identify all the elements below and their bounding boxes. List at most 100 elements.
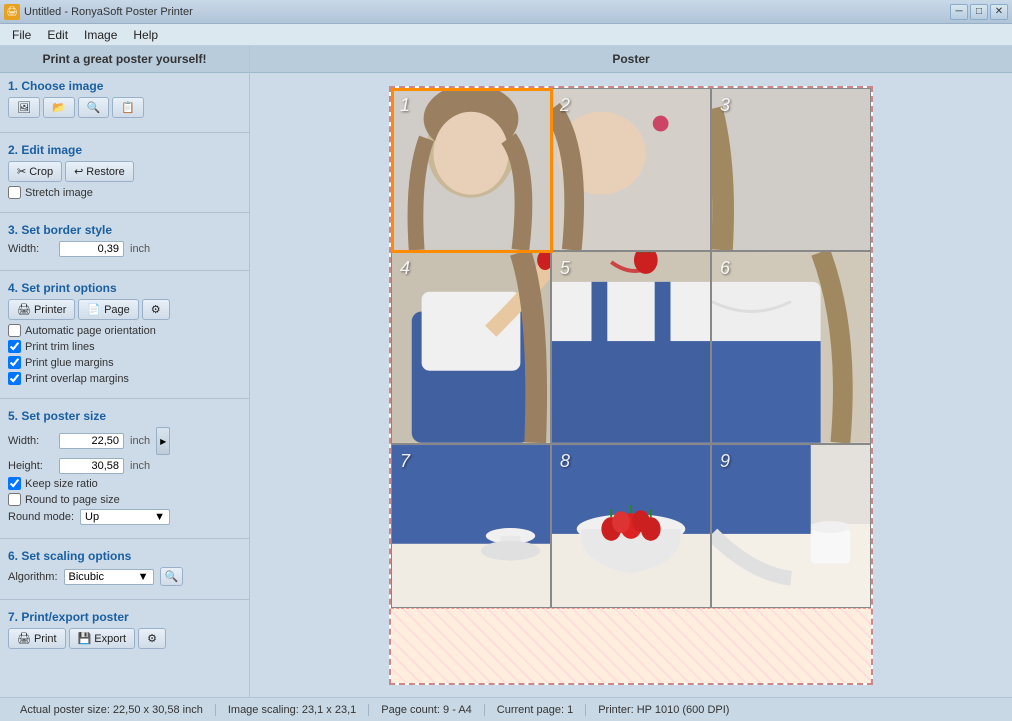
- algorithm-options-button[interactable]: 🔍: [160, 567, 184, 586]
- cell-number-2: 2: [560, 95, 570, 116]
- poster-width-label: Width:: [8, 435, 53, 447]
- keep-ratio-row: Keep size ratio: [8, 477, 241, 490]
- choose-image-buttons: 🖼 📂 🔍 📋: [8, 97, 241, 118]
- grid-cell-4[interactable]: 4: [391, 251, 551, 444]
- section1-title: 1. Choose image: [8, 79, 241, 93]
- poster-outer: 1 2: [389, 86, 873, 685]
- print-button[interactable]: 🖨 Print: [8, 628, 66, 649]
- cell3-image: [712, 89, 870, 250]
- open-folder-button[interactable]: 📂: [43, 97, 75, 118]
- stretch-row: Stretch image: [8, 186, 241, 199]
- titlebar-title: Untitled - RonyaSoft Poster Printer: [24, 6, 193, 18]
- print-options-button[interactable]: ⚙: [142, 299, 170, 320]
- grid-cell-6[interactable]: 6: [711, 251, 871, 444]
- edit-buttons: ✂ Crop ↩ Restore: [8, 161, 241, 182]
- poster-grid: 1 2: [391, 88, 871, 608]
- glue-margins-checkbox[interactable]: [8, 356, 21, 369]
- border-width-input[interactable]: [59, 241, 124, 257]
- section-scaling: 6. Set scaling options Algorithm: Bicubi…: [0, 543, 249, 595]
- trim-lines-label: Print trim lines: [25, 341, 95, 353]
- cell1-image: [392, 89, 550, 250]
- auto-orientation-label: Automatic page orientation: [25, 325, 156, 337]
- auto-orientation-checkbox[interactable]: [8, 324, 21, 337]
- app-icon: 🖨: [4, 4, 20, 20]
- overlap-margins-row: Print overlap margins: [8, 372, 241, 385]
- grid-cell-1[interactable]: 1: [391, 88, 551, 251]
- cell-number-3: 3: [720, 95, 730, 116]
- algorithm-dropdown[interactable]: Bicubic ▼: [64, 569, 154, 585]
- maximize-button[interactable]: □: [970, 4, 988, 20]
- algorithm-value: Bicubic: [69, 571, 104, 583]
- round-mode-value: Up: [85, 511, 99, 523]
- scroll-right-btn[interactable]: ▶: [156, 427, 170, 455]
- cell-number-7: 7: [400, 451, 410, 472]
- menu-edit[interactable]: Edit: [39, 26, 76, 44]
- section7-title: 7. Print/export poster: [8, 610, 241, 624]
- width-label: Width:: [8, 243, 53, 255]
- titlebar-left: 🖨 Untitled - RonyaSoft Poster Printer: [4, 4, 193, 20]
- printer-button[interactable]: 🖨 Printer: [8, 299, 75, 320]
- section5-title: 5. Set poster size: [8, 409, 241, 423]
- scan-icon: 🔍: [87, 101, 101, 114]
- section2-title: 2. Edit image: [8, 143, 241, 157]
- statusbar: Actual poster size: 22,50 x 30,58 inch I…: [0, 697, 1012, 721]
- page-button[interactable]: 📄 Page: [78, 299, 138, 320]
- section-border-style: 3. Set border style Width: inch: [0, 217, 249, 266]
- cell-number-5: 5: [560, 258, 570, 279]
- overlap-margins-label: Print overlap margins: [25, 373, 129, 385]
- status-poster-size: Actual poster size: 22,50 x 30,58 inch: [8, 704, 216, 716]
- titlebar-controls[interactable]: ─ □ ✕: [950, 4, 1008, 20]
- status-printer: Printer: HP 1010 (600 DPI): [586, 704, 741, 716]
- grid-cell-7[interactable]: 7: [391, 444, 551, 608]
- export-options-button[interactable]: ⚙: [138, 628, 166, 649]
- grid-cell-5[interactable]: 5: [551, 251, 711, 444]
- keep-ratio-checkbox[interactable]: [8, 477, 21, 490]
- round-to-page-row: Round to page size: [8, 493, 241, 506]
- poster-height-row: Height: inch: [8, 458, 241, 474]
- overlap-margins-checkbox[interactable]: [8, 372, 21, 385]
- scan-button[interactable]: 🔍: [78, 97, 110, 118]
- dropdown-arrow-icon: ▼: [154, 511, 165, 523]
- open-file-icon: 🖼: [17, 101, 31, 114]
- cell8-image: [552, 445, 710, 607]
- menu-image[interactable]: Image: [76, 26, 125, 44]
- right-panel: Poster: [250, 46, 1012, 697]
- export-opts-icon: ⚙: [147, 632, 157, 645]
- cell4-image: [392, 252, 550, 443]
- trim-lines-checkbox[interactable]: [8, 340, 21, 353]
- overflow-area: [391, 608, 871, 683]
- cell7-image: [392, 445, 550, 607]
- stretch-checkbox[interactable]: [8, 186, 21, 199]
- section-edit-image: 2. Edit image ✂ Crop ↩ Restore Stretch i…: [0, 137, 249, 208]
- print-export-buttons: 🖨 Print 💾 Export ⚙: [8, 628, 241, 649]
- poster-height-input[interactable]: [59, 458, 124, 474]
- clipboard-button[interactable]: 📋: [112, 97, 144, 118]
- clipboard-icon: 📋: [121, 101, 135, 114]
- round-mode-dropdown[interactable]: Up ▼: [80, 509, 170, 525]
- page-icon: 📄: [87, 303, 101, 316]
- section-poster-size: 5. Set poster size Width: inch ▶ Height:…: [0, 403, 249, 534]
- poster-width-row: Width: inch ▶: [8, 427, 241, 455]
- status-page-count: Page count: 9 - A4: [369, 704, 485, 716]
- cell-number-8: 8: [560, 451, 570, 472]
- magnify-icon: 🔍: [165, 570, 179, 583]
- export-button[interactable]: 💾 Export: [69, 628, 136, 649]
- minimize-button[interactable]: ─: [950, 4, 968, 20]
- cell6-image: [712, 252, 870, 443]
- grid-cell-3[interactable]: 3: [711, 88, 871, 251]
- open-file-button[interactable]: 🖼: [8, 97, 40, 118]
- grid-cell-2[interactable]: 2: [551, 88, 711, 251]
- grid-cell-9[interactable]: 9: [711, 444, 871, 608]
- close-button[interactable]: ✕: [990, 4, 1008, 20]
- poster-width-input[interactable]: [59, 433, 124, 449]
- crop-button[interactable]: ✂ Crop: [8, 161, 62, 182]
- poster-header: Poster: [250, 46, 1012, 73]
- menu-file[interactable]: File: [4, 26, 39, 44]
- round-to-page-checkbox[interactable]: [8, 493, 21, 506]
- section-choose-image: 1. Choose image 🖼 📂 🔍 📋: [0, 73, 249, 128]
- panel-header: Print a great poster yourself!: [0, 46, 249, 73]
- restore-button[interactable]: ↩ Restore: [65, 161, 134, 182]
- titlebar: 🖨 Untitled - RonyaSoft Poster Printer ─ …: [0, 0, 1012, 24]
- menu-help[interactable]: Help: [125, 26, 166, 44]
- grid-cell-8[interactable]: 8: [551, 444, 711, 608]
